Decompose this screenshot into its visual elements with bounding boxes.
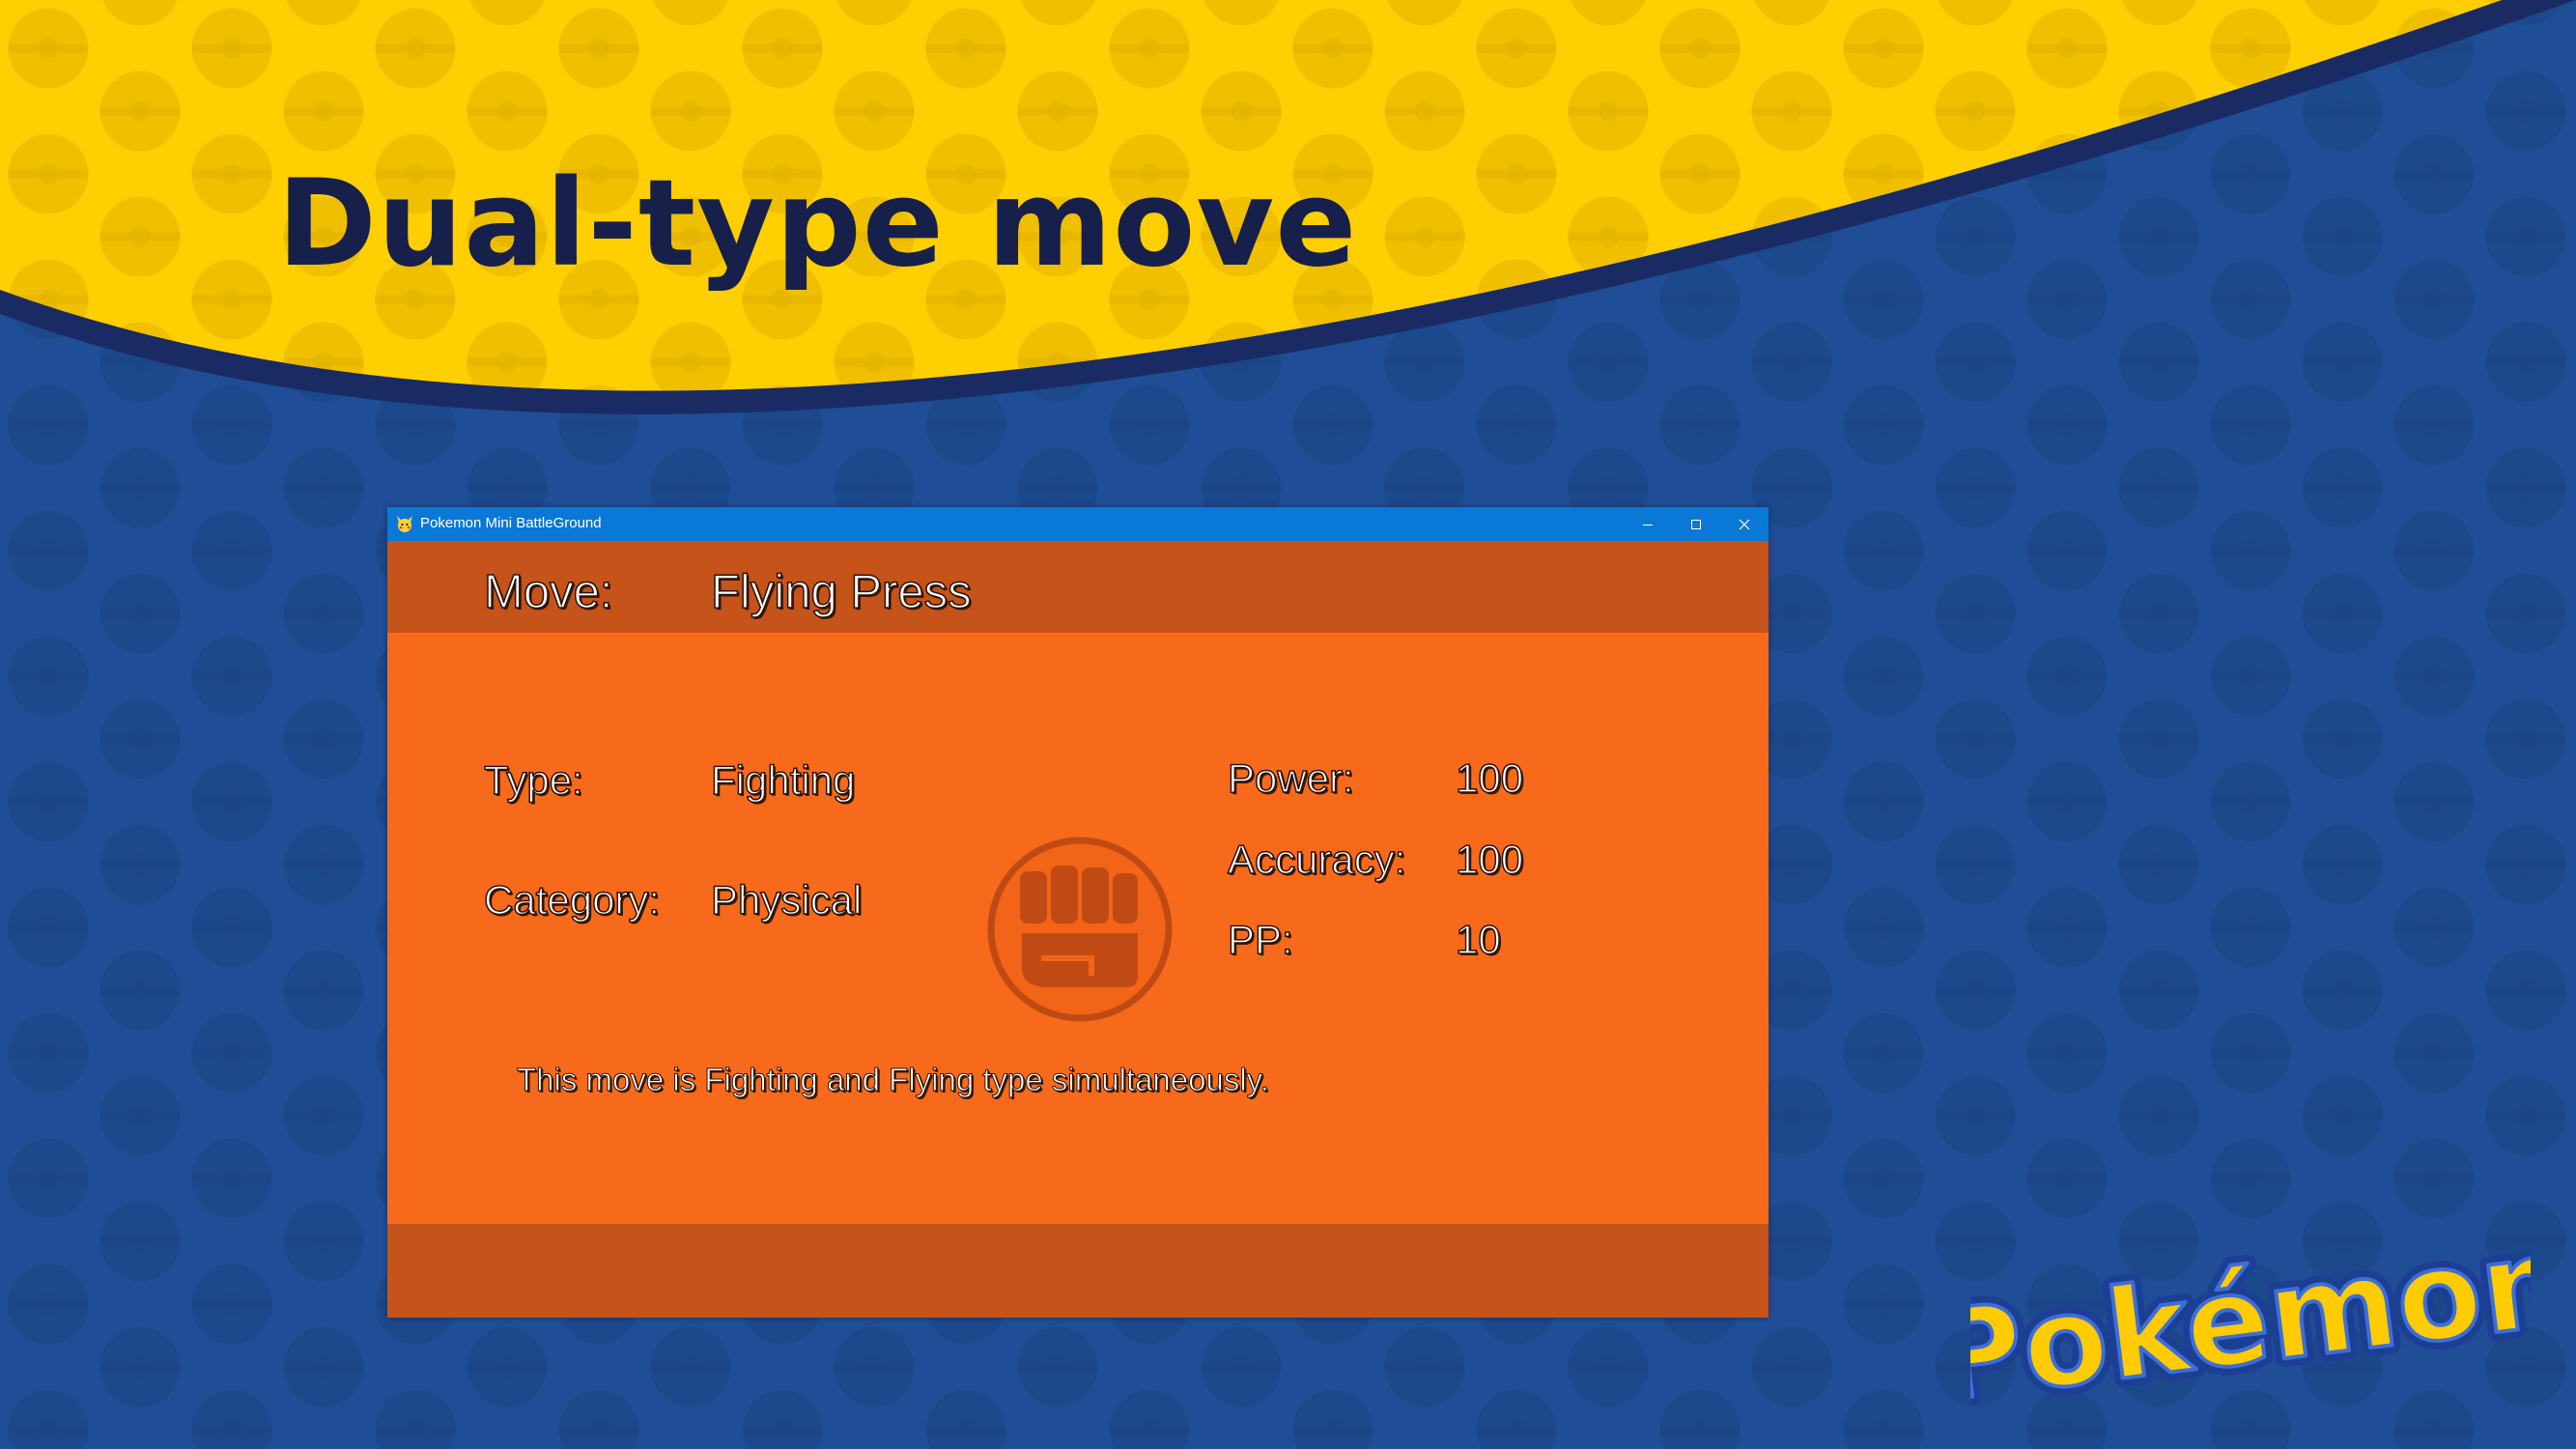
move-name: Flying Press	[710, 566, 972, 618]
app-window: Pokemon Mini BattleGround Move: Flying P…	[387, 507, 1769, 1318]
close-icon	[1739, 519, 1750, 529]
category-value: Physical	[710, 877, 863, 923]
category-label: Category:	[483, 877, 661, 923]
accuracy-label: Accuracy:	[1227, 837, 1406, 882]
minimize-icon	[1643, 524, 1653, 526]
maximize-button[interactable]	[1672, 507, 1720, 541]
minimize-button[interactable]	[1624, 507, 1672, 541]
type-value: Fighting	[710, 757, 856, 803]
move-description: This move is Fighting and Flying type si…	[517, 1062, 1270, 1097]
move-label: Move:	[483, 566, 613, 618]
accuracy-value: 100	[1455, 837, 1524, 882]
maximize-icon	[1691, 519, 1701, 529]
close-button[interactable]	[1720, 507, 1769, 541]
pp-label: PP:	[1227, 917, 1293, 962]
svg-text:Pokémon: Pokémon	[1970, 1209, 2531, 1430]
fist-icon	[987, 837, 1173, 1022]
pokemon-logo: Pokémon Pokémon	[1970, 1208, 2531, 1430]
slide-title: Dual-type move	[277, 155, 1358, 294]
window-title: Pokemon Mini BattleGround	[420, 515, 602, 531]
power-label: Power:	[1227, 755, 1354, 801]
pp-value: 10	[1455, 917, 1501, 962]
window-titlebar[interactable]: Pokemon Mini BattleGround	[387, 507, 1769, 541]
pikachu-icon	[397, 516, 412, 532]
type-label: Type:	[483, 757, 583, 803]
footer-band	[387, 1224, 1769, 1318]
power-value: 100	[1455, 755, 1524, 801]
